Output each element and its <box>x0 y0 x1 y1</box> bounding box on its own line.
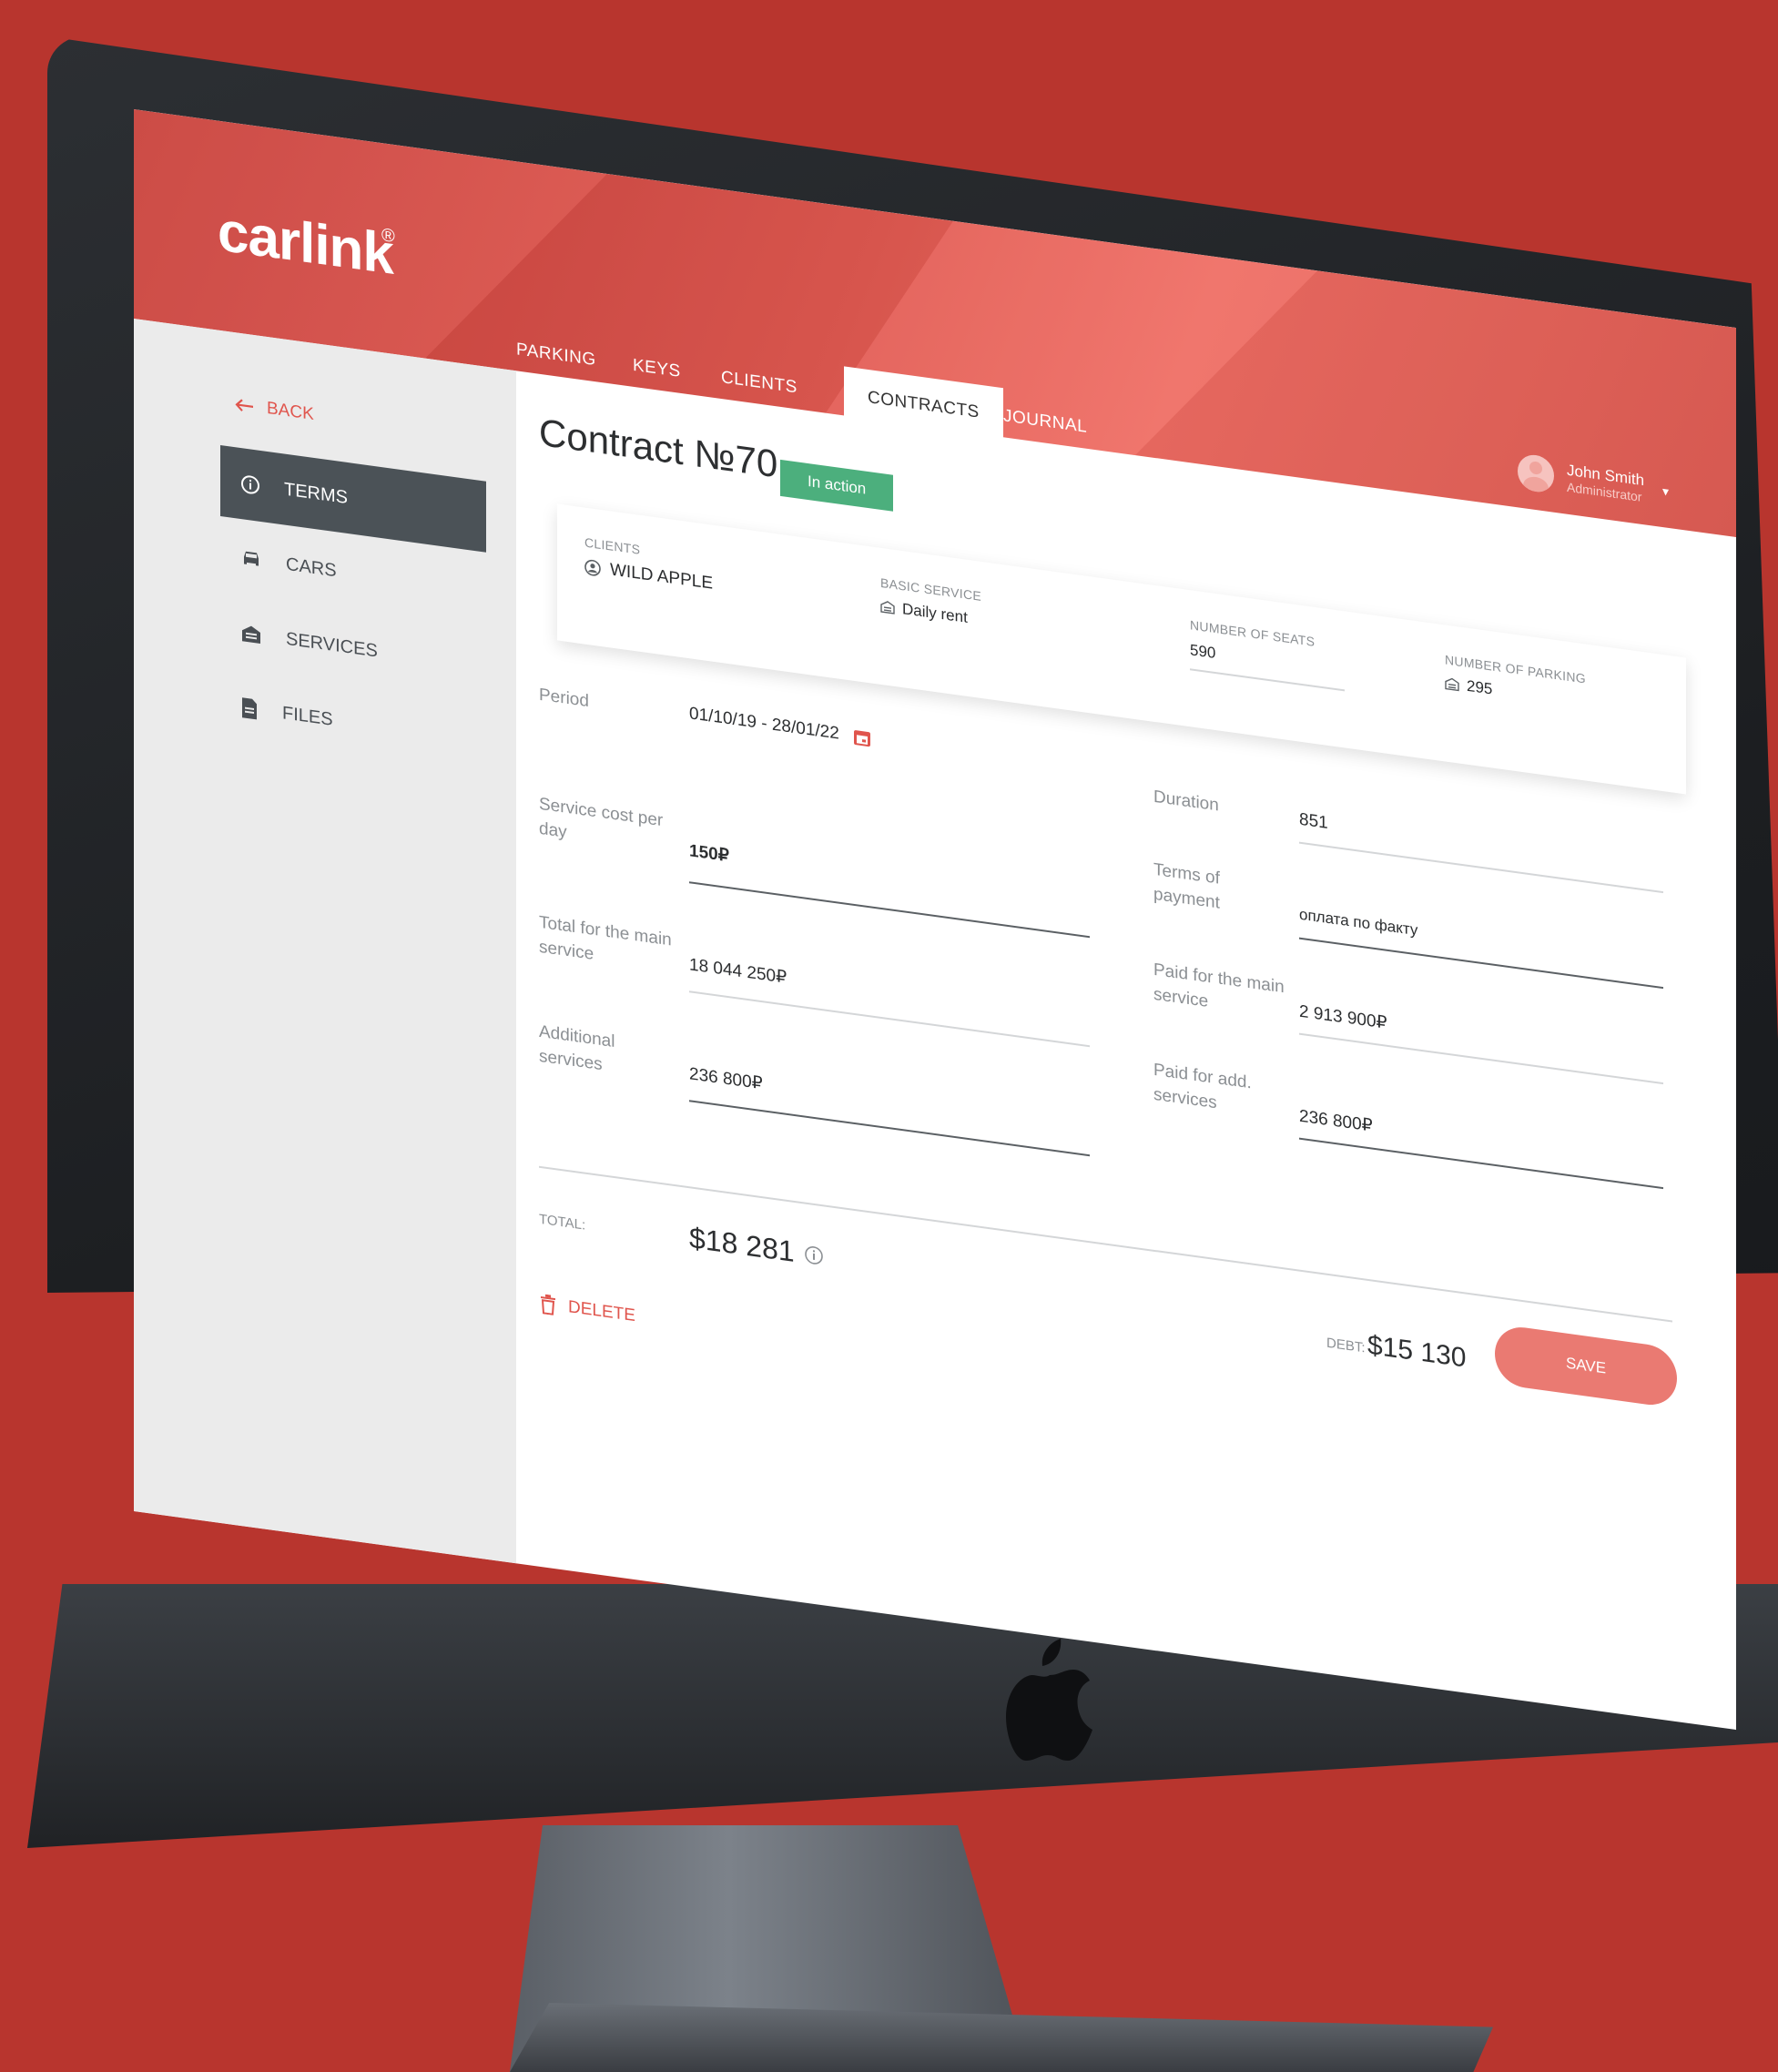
paid-add-input[interactable]: 236 800₽ <box>1299 1106 1373 1137</box>
period-label: Period <box>539 685 589 712</box>
avatar <box>1518 452 1554 494</box>
cost-underline <box>689 881 1090 939</box>
chevron-down-icon[interactable]: ▾ <box>1662 483 1669 500</box>
additional-label: Additional services <box>539 1021 615 1074</box>
save-button[interactable]: SAVE <box>1495 1323 1677 1409</box>
debt-label: DEBT: <box>1326 1335 1366 1356</box>
sidebar-item-label: CARS <box>286 554 337 581</box>
calendar-icon[interactable] <box>852 726 872 749</box>
total-amount: $18 281 <box>689 1221 824 1273</box>
clients-value[interactable]: WILD APPLE <box>610 560 713 594</box>
paid-main-value: 2 913 900₽ <box>1299 1001 1387 1033</box>
logo-registered-mark: ® <box>381 225 395 248</box>
screen: carlink ® PARKING KEYS CLIENTS CONTRACTS… <box>134 109 1736 1731</box>
info-icon[interactable] <box>804 1244 824 1266</box>
cost-input[interactable]: 150₽ <box>689 840 729 867</box>
parking-icon <box>1445 677 1459 692</box>
delete-button[interactable]: DELETE <box>539 1294 635 1326</box>
parking-value: 295 <box>1467 676 1493 698</box>
back-label: BACK <box>267 398 314 424</box>
additional-underline <box>689 1100 1090 1157</box>
paid-main-underline <box>1299 1032 1663 1085</box>
debt-value: $15 130 <box>1367 1329 1467 1374</box>
page-title: Contract №70 <box>539 410 778 486</box>
info-icon <box>241 475 259 494</box>
paid-add-label: Paid for add. services <box>1153 1060 1252 1112</box>
total-main-label: Total for the main service <box>539 912 672 964</box>
basic-service-value: Daily rent <box>902 600 968 626</box>
paid-main-label: Paid for the main service <box>1153 960 1285 1011</box>
additional-input[interactable]: 236 800₽ <box>689 1063 763 1094</box>
total-main-underline <box>689 990 1090 1048</box>
garage-icon <box>880 601 895 614</box>
car-icon <box>244 551 259 566</box>
user-icon <box>584 559 601 576</box>
apple-logo-icon <box>1006 1639 1092 1761</box>
duration-underline <box>1299 841 1663 894</box>
sidebar-item-label: FILES <box>282 702 333 730</box>
terms-label: Terms of payment <box>1153 859 1220 913</box>
terms-underline <box>1299 937 1663 990</box>
main-content: Contract №70 In action CLIENTS WILD APPL… <box>516 371 1736 1730</box>
garage-icon <box>242 625 260 644</box>
terms-input[interactable]: оплата по факту <box>1299 906 1417 940</box>
total-main-value: 18 044 250₽ <box>689 955 787 988</box>
status-badge: In action <box>780 459 894 512</box>
contract-summary-card: CLIENTS WILD APPLE BASIC SERVICE Daily r… <box>557 503 1686 795</box>
duration-value: 851 <box>1299 809 1328 833</box>
sidebar-item-label: TERMS <box>284 479 348 508</box>
delete-label: DELETE <box>568 1297 635 1326</box>
total-label: TOTAL: <box>539 1211 586 1234</box>
paid-add-underline <box>1299 1137 1663 1190</box>
file-icon <box>242 697 257 720</box>
trash-icon <box>541 1294 555 1315</box>
back-button[interactable]: BACK <box>234 394 314 425</box>
arrow-left-icon <box>235 399 253 411</box>
sidebar: BACK TERMS CARS SERVICES FILES <box>134 319 516 1564</box>
period-value: 01/10/19 - 28/01/22 <box>689 704 839 744</box>
sidebar-item-label: SERVICES <box>286 628 378 662</box>
total-value: $18 281 <box>689 1221 795 1268</box>
duration-label: Duration <box>1153 787 1219 816</box>
cost-label: Service cost per day <box>539 794 664 842</box>
period-field[interactable]: 01/10/19 - 28/01/22 <box>689 704 872 748</box>
